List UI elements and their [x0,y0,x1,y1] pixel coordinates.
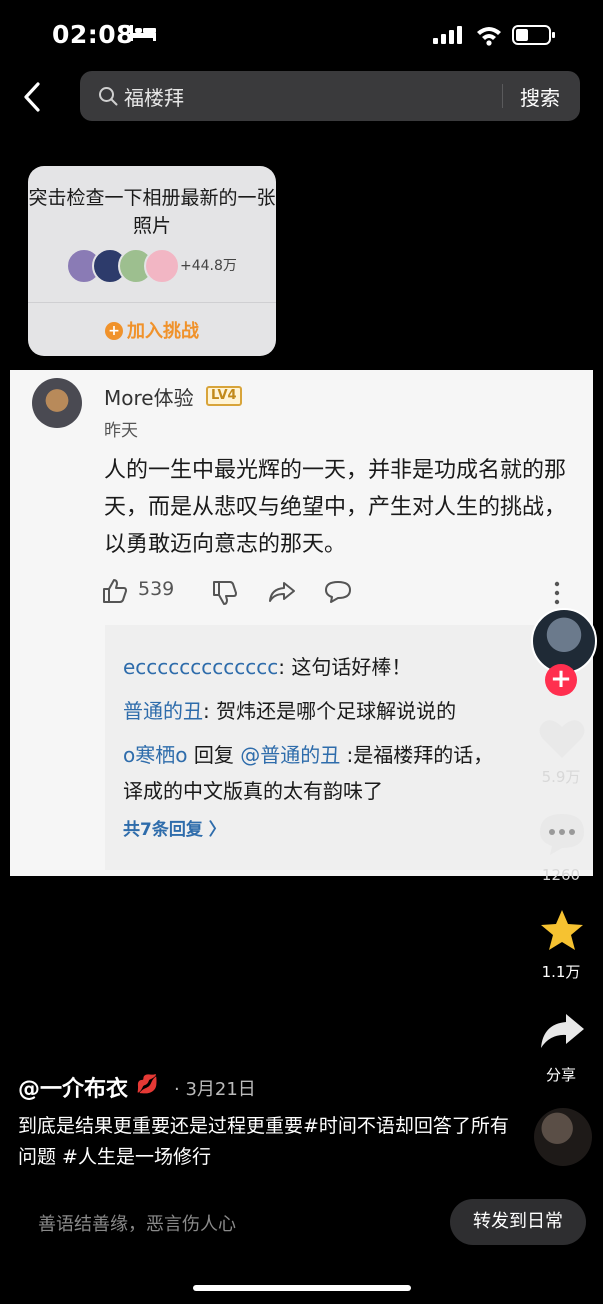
comment-screenshot: More体验 LV4 昨天 人的一生中最光辉的一天，并非是功成名就的那天，而是从… [10,370,593,876]
reply-text: : 这句话好棒！ [278,655,412,679]
comment-input[interactable]: 善语结善缘，恶言伤人心 [38,1210,236,1236]
more-options-icon [554,581,560,605]
replies-panel: eccccccccccccc: 这句话好棒！ 普通的丑: 贺炜还是哪个足球解说说… [105,625,593,870]
heart-icon[interactable] [538,716,586,760]
search-input[interactable]: 福楼拜 [124,82,184,111]
participant-count: +44.8万 [180,258,237,274]
like-count: 539 [138,578,175,600]
search-bar[interactable]: 福楼拜 搜索 [80,71,580,121]
comment-text: 人的一生中最光辉的一天，并非是功成名就的那天，而是从悲叹与绝望中，产生对人生的挑… [104,458,567,557]
join-label: 加入挑战 [127,321,199,342]
music-disc-avatar[interactable] [534,1108,592,1166]
reply-item: eccccccccccccc: 这句话好棒！ [123,651,411,680]
comment-count-label: 1260 [541,866,581,884]
back-icon[interactable] [18,80,48,114]
search-icon [99,87,118,106]
share-icon[interactable] [538,1010,586,1054]
thumbs-up-icon [103,579,127,603]
status-time: 02:08 [52,20,135,49]
sleep-mode-icon [130,25,156,41]
like-count-label: 5.9万 [541,768,581,786]
home-indicator [193,1285,411,1291]
comment-icon[interactable] [538,812,586,856]
reply-mention: @普通的丑 [240,743,341,767]
reply-user: o寒栖o [123,743,188,767]
reply-item: o寒栖o 回复 @普通的丑 :是福楼拜的话， [123,739,493,768]
more-replies-link: 共7条回复 〉 [123,820,226,840]
reply-text-continued: 译成的中文版真的太有韵味了 [123,779,383,803]
comment-actions: 539 [102,576,562,606]
lips-emoji-icon: 💋 [136,1074,159,1095]
search-button[interactable]: 搜索 [520,82,560,111]
follow-button[interactable]: + [545,664,577,696]
challenge-title: 突击检查一下相册最新的一张照片 [28,187,276,237]
post-date: · 3月21日 [174,1079,256,1100]
star-icon[interactable] [538,908,586,952]
post-description: 到底是结果更重要还是过程更重要#时间不语却回答了所有问题 #人生是一场修行 [18,1115,509,1168]
reply-word: 回复 [187,743,241,767]
join-challenge-button[interactable]: + 加入挑战 [28,317,276,343]
search-divider [502,84,503,108]
reply-item: 普通的丑: 贺炜还是哪个足球解说说的 [123,695,456,724]
level-badge: LV4 [206,386,242,406]
thumbs-down-icon [213,581,237,605]
author-name[interactable]: @一介布衣 [18,1071,128,1103]
reply-user: 普通的丑 [123,699,203,723]
share-label: 分享 [545,1066,576,1084]
commenter-name: More体验 [104,386,194,410]
plus-icon: + [105,322,123,340]
reply-text: :是福楼拜的话， [340,743,494,767]
share-arrow-icon [269,582,295,602]
challenge-card[interactable]: 突击检查一下相册最新的一张照片 +44.8万 + 加入挑战 [28,166,276,356]
commenter-avatar [32,378,82,428]
cellular-signal-icon [433,26,462,44]
reply-text: : 贺炜还是哪个足球解说说的 [203,699,457,723]
battery-icon [512,25,555,45]
reply-bubble-icon [325,581,351,603]
participant-avatar [144,248,180,284]
card-divider [28,302,276,303]
participant-avatars [66,248,180,284]
reply-user: eccccccccccccc [123,655,279,679]
wifi-icon [477,27,501,46]
favorite-count-label: 1.1万 [541,963,581,981]
repost-button[interactable]: 转发到日常 [450,1199,586,1245]
comment-date: 昨天 [104,421,138,441]
